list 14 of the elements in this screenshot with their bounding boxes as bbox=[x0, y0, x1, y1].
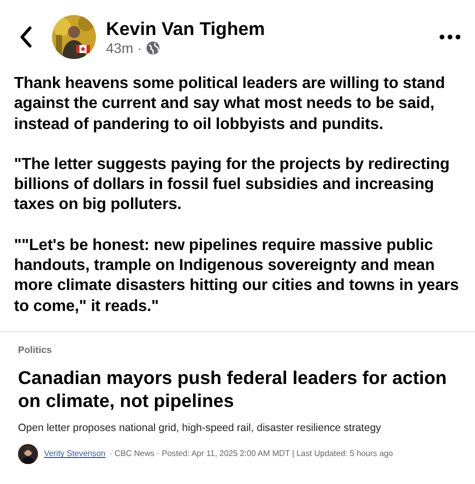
author-name[interactable]: Kevin Van Tighem bbox=[106, 18, 439, 40]
byline-details: · CBC News · Posted: Apr 11, 2025 2:00 AM MDT | Last Updated: 5 hours ago bbox=[109, 449, 393, 458]
article-headline[interactable]: Canadian mayors push federal leaders for action on climate, not pipelines bbox=[18, 366, 457, 412]
article-section[interactable]: Politics bbox=[18, 344, 457, 356]
separator: · bbox=[137, 40, 142, 56]
author-link[interactable]: Verity Stevenson bbox=[44, 449, 106, 458]
post-paragraph: ""Let's be honest: new pipelines require massive public handouts, trample on Indigenous sovereignty and mean more climate disasters hitting our cities and towns in years to come," it reads." bbox=[14, 236, 460, 317]
post-time: 43m bbox=[106, 40, 134, 56]
post-paragraph: "The letter suggests paying for the projects by redirecting billions of dollars in fossil fuel subsidies and increasing taxes on big polluters. bbox=[14, 154, 451, 216]
post-paragraph: Thank heavens some political leaders are willing to stand against the current and say what most needs to be said, instead of pandering to oil lobbyists and pundits. bbox=[14, 74, 446, 135]
globe-icon bbox=[146, 41, 160, 55]
back-icon[interactable] bbox=[18, 26, 34, 48]
more-options-icon[interactable] bbox=[439, 34, 461, 40]
article-summary: Open letter proposes national grid, high-speed rail, disaster resilience strategy bbox=[18, 422, 382, 434]
